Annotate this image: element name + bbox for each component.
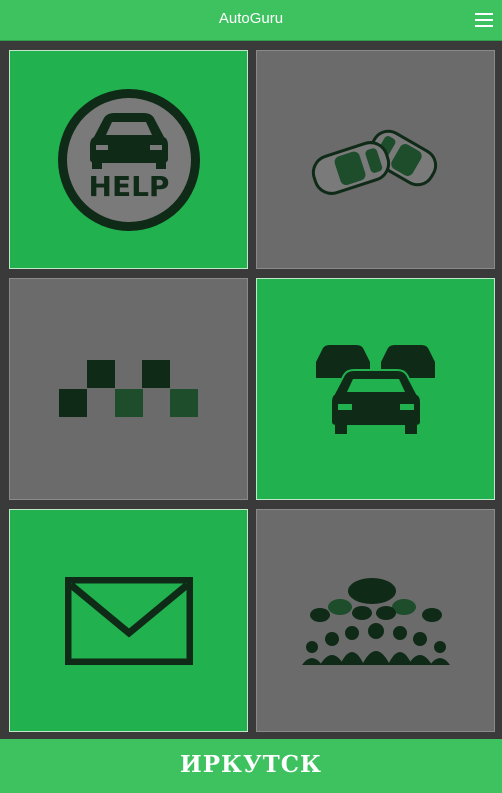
menu-icon-line — [475, 13, 493, 15]
city-label: ИРКУТСК — [180, 751, 322, 778]
menu-button[interactable] — [474, 11, 494, 29]
menu-icon-line — [475, 19, 493, 21]
taxi-checker-icon — [58, 360, 198, 417]
envelope-icon — [64, 576, 193, 665]
city-selector[interactable]: ИРКУТСК — [0, 739, 502, 793]
tile-taxi[interactable] — [9, 278, 248, 500]
help-car-icon: HELP — [57, 88, 200, 231]
tile-help[interactable]: HELP — [9, 50, 248, 269]
tile-community[interactable] — [256, 509, 495, 732]
car-crash-icon — [311, 129, 437, 195]
svg-text:HELP: HELP — [88, 170, 169, 203]
menu-icon-line — [475, 25, 493, 27]
tile-traffic[interactable] — [256, 278, 495, 500]
tile-messages[interactable] — [9, 509, 248, 732]
top-bar: AutoGuru — [0, 0, 502, 41]
tile-accident[interactable] — [256, 50, 495, 269]
app-title: AutoGuru — [218, 10, 284, 27]
car-traffic-icon — [315, 344, 435, 434]
chat-community-icon — [301, 577, 450, 665]
